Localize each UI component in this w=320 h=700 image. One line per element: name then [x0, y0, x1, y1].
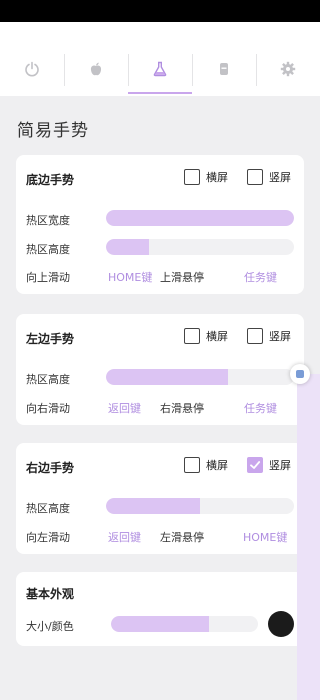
color-swatch-button[interactable]: [268, 611, 294, 637]
slider-fill: [106, 369, 229, 385]
action-hover-button[interactable]: 上滑悬停: [160, 269, 204, 285]
status-bar: [0, 0, 320, 22]
swipe-label: 向上滑动: [26, 271, 70, 284]
tab-power[interactable]: [0, 48, 64, 94]
hotzone-height-slider[interactable]: [106, 369, 294, 385]
landscape-label: 横屏: [206, 171, 228, 184]
slider-fill: [111, 616, 210, 632]
action-home-button[interactable]: HOME键: [243, 529, 287, 545]
tab-apple[interactable]: [64, 48, 128, 94]
card-title: 右边手势: [26, 461, 75, 475]
left-gesture-card: 左边手势 横屏 竖屏 热区高度 向右滑动 返回键 右滑悬停 任务键: [16, 314, 304, 425]
floating-ball[interactable]: [290, 364, 310, 384]
hotzone-height-label: 热区高度: [26, 502, 70, 515]
hotzone-height-slider[interactable]: [106, 498, 294, 514]
slider-fill: [106, 498, 200, 514]
landscape-option[interactable]: 横屏: [184, 169, 228, 185]
portrait-label: 竖屏: [269, 330, 291, 343]
card-title: 底边手势: [26, 173, 75, 187]
slider-fill: [106, 210, 294, 226]
landscape-option[interactable]: 横屏: [184, 328, 228, 344]
flask-icon: [152, 61, 168, 81]
card-title: 基本外观: [26, 587, 75, 601]
action-task-button[interactable]: 任务键: [244, 269, 277, 285]
swipe-label: 向右滑动: [26, 402, 70, 415]
bottom-gesture-card: 底边手势 横屏 竖屏 热区宽度 热区高度 向上滑动 HOME键 上滑悬停 任务键: [16, 155, 304, 294]
tab-settings[interactable]: [256, 48, 320, 94]
portrait-option[interactable]: 竖屏: [247, 328, 291, 344]
landscape-option[interactable]: 横屏: [184, 457, 228, 473]
portrait-option[interactable]: 竖屏: [247, 457, 291, 473]
tab-device[interactable]: [192, 48, 256, 94]
portrait-checkbox[interactable]: [247, 457, 263, 473]
landscape-label: 横屏: [206, 330, 228, 343]
hotzone-height-label: 热区高度: [26, 243, 70, 256]
gear-icon: [280, 61, 296, 81]
action-task-button[interactable]: 任务键: [244, 400, 277, 416]
slider-fill: [106, 239, 150, 255]
action-back-button[interactable]: 返回键: [108, 400, 141, 416]
portrait-label: 竖屏: [269, 459, 291, 472]
card-title: 左边手势: [26, 332, 75, 346]
tab-bar: [0, 48, 320, 94]
appearance-card: 基本外观 大小/颜色: [16, 572, 304, 646]
tab-lab[interactable]: [128, 48, 192, 94]
power-icon: [24, 61, 40, 81]
size-slider[interactable]: [111, 616, 258, 632]
landscape-checkbox[interactable]: [184, 169, 200, 185]
landscape-label: 横屏: [206, 459, 228, 472]
action-hover-button[interactable]: 左滑悬停: [160, 529, 204, 545]
floating-ball-icon: [296, 370, 304, 378]
landscape-checkbox[interactable]: [184, 328, 200, 344]
check-icon: [250, 461, 261, 469]
hotzone-height-label: 热区高度: [26, 373, 70, 386]
portrait-label: 竖屏: [269, 171, 291, 184]
swipe-label: 向左滑动: [26, 531, 70, 544]
gesture-edge-indicator: [297, 374, 320, 700]
portrait-checkbox[interactable]: [247, 328, 263, 344]
phone-icon: [216, 61, 232, 81]
action-back-button[interactable]: 返回键: [108, 529, 141, 545]
page-title: 简易手势: [17, 121, 89, 141]
action-home-button[interactable]: HOME键: [108, 269, 152, 285]
apple-icon: [88, 61, 104, 81]
landscape-checkbox[interactable]: [184, 457, 200, 473]
hotzone-height-slider[interactable]: [106, 239, 294, 255]
portrait-option[interactable]: 竖屏: [247, 169, 291, 185]
size-color-label: 大小/颜色: [26, 620, 74, 633]
hotzone-width-slider[interactable]: [106, 210, 294, 226]
hotzone-width-label: 热区宽度: [26, 214, 70, 227]
right-gesture-card: 右边手势 横屏 竖屏 热区高度 向左滑动 返回键 左滑悬停 HOME键: [16, 443, 304, 554]
action-hover-button[interactable]: 右滑悬停: [160, 400, 204, 416]
portrait-checkbox[interactable]: [247, 169, 263, 185]
